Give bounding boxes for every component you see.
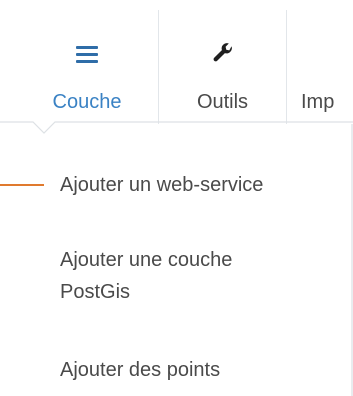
tab-couche[interactable]: Couche [16, 10, 158, 124]
menu-item-add-web-service[interactable]: Ajouter un web-service [60, 169, 263, 201]
tab-bar: Couche Outils Imp [0, 0, 353, 134]
menu-item-add-points[interactable]: Ajouter des points [60, 354, 220, 386]
menu-item-label-line2: PostGis [60, 281, 131, 303]
panel: Couche Outils Imp Ajouter un web-service… [0, 0, 353, 396]
couche-dropdown-menu: Ajouter un web-service Ajouter une couch… [0, 136, 353, 381]
tab-couche-label: Couche [52, 91, 122, 113]
tab-outils[interactable]: Outils [158, 10, 286, 124]
active-item-pointer [0, 184, 44, 186]
wrench-icon [159, 40, 286, 68]
active-tab-indicator [0, 121, 353, 134]
hamburger-menu-icon [16, 40, 158, 68]
menu-item-add-postgis-layer[interactable]: Ajouter une couche PostGis [60, 244, 232, 308]
tab-imp[interactable]: Imp [286, 10, 353, 124]
tab-imp-label: Imp [301, 91, 335, 113]
tab-outils-label: Outils [196, 91, 249, 113]
menu-item-label-line1: Ajouter une couche [60, 249, 233, 271]
